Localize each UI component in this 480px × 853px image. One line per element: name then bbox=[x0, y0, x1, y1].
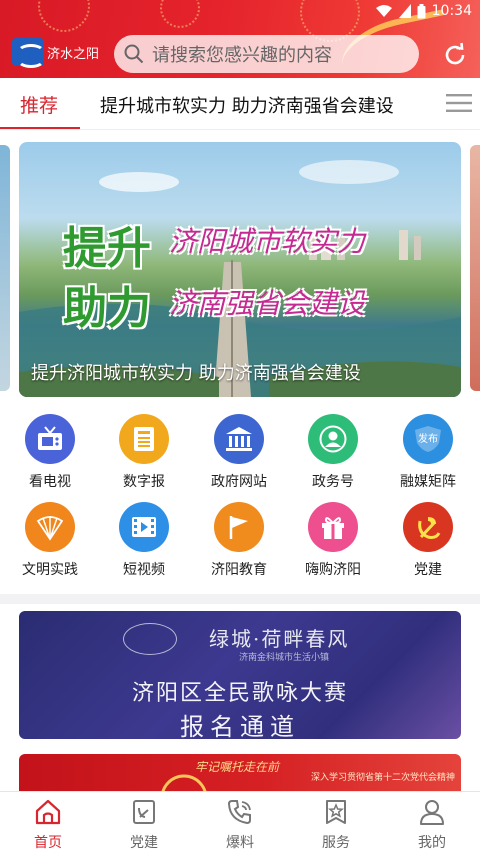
shortcut-civilization-practice[interactable]: 文明实践 bbox=[5, 502, 95, 579]
banner-carousel: 提升 助力 济阳城市软实力 济南强省会建设 提升济阳城市软实力 助力济南强省会建… bbox=[0, 130, 480, 398]
flag-icon bbox=[214, 502, 264, 552]
shortcut-education[interactable]: 济阳教育 bbox=[194, 502, 284, 579]
shortcut-party-building[interactable]: 党建 bbox=[383, 502, 473, 579]
menu-icon[interactable] bbox=[446, 93, 472, 113]
nav-label: 爆料 bbox=[226, 835, 254, 851]
promo-list: 绿城·荷畔春风 济南金科城市生活小镇 济阳区全民歌咏大赛 报名通道 牢记嘱托走在… bbox=[0, 604, 480, 794]
search-input[interactable]: 请搜索您感兴趣的内容 bbox=[114, 35, 419, 73]
search-placeholder: 请搜索您感兴趣的内容 bbox=[152, 45, 332, 66]
shortcut-label: 看电视 bbox=[29, 474, 71, 490]
shortcut-label: 政府网站 bbox=[211, 474, 267, 490]
singing-contest-banner[interactable]: 绿城·荷畔春风 济南金科城市生活小镇 济阳区全民歌咏大赛 报名通道 bbox=[19, 611, 461, 739]
nav-tipoff[interactable]: 爆料 bbox=[192, 798, 288, 852]
banner-slide[interactable]: 提升 助力 济阳城市软实力 济南强省会建设 提升济阳城市软实力 助力济南强省会建… bbox=[19, 142, 461, 397]
channel-tabs: 推荐 提升城市软实力 助力济南强省会建设 bbox=[0, 78, 480, 130]
nav-label: 党建 bbox=[130, 835, 158, 851]
party-book-icon bbox=[133, 800, 155, 824]
party-congress-banner[interactable]: 牢记嘱托走在前 深入学习贯彻省第十二次党代会精神 bbox=[19, 754, 461, 794]
logo-text: 济水之阳 bbox=[47, 46, 100, 62]
previous-slide-peek[interactable] bbox=[0, 145, 10, 391]
nav-profile[interactable]: 我的 bbox=[384, 798, 480, 852]
home-icon bbox=[35, 799, 61, 825]
newspaper-icon bbox=[119, 414, 169, 464]
ad2-text: 深入学习贯彻省第十二次党代会精神 bbox=[311, 773, 456, 783]
status-bar: 10:34 bbox=[375, 3, 472, 19]
banner-art-word2: 助力 bbox=[63, 283, 151, 334]
shortcut-government-site[interactable]: 政府网站 bbox=[194, 414, 284, 491]
bookmark-star-icon bbox=[326, 800, 346, 824]
ad1-subtitle: 济南金科城市生活小镇 bbox=[239, 653, 330, 663]
shortcut-short-video[interactable]: 短视频 bbox=[99, 502, 189, 579]
banner-art-line1: 济阳城市软实力 bbox=[169, 225, 366, 258]
firework-decoration bbox=[38, 0, 90, 32]
status-time: 10:34 bbox=[431, 3, 472, 19]
shortcut-grid: 看电视 数字报 政府网站 政务号 发布 融媒矩阵 文明实践 短视频 济阳教育 嗨… bbox=[0, 398, 480, 594]
ad1-brand: 绿城·荷畔春风 bbox=[209, 627, 350, 651]
shortcut-label: 党建 bbox=[414, 562, 442, 578]
ad2-slogan: 牢记嘱托走在前 bbox=[195, 760, 280, 774]
gift-icon bbox=[308, 502, 358, 552]
government-building-icon bbox=[214, 414, 264, 464]
shortcut-label: 数字报 bbox=[123, 474, 165, 490]
firework-decoration bbox=[160, 0, 200, 28]
shortcut-label: 短视频 bbox=[123, 562, 165, 578]
nav-label: 首页 bbox=[34, 835, 62, 851]
shortcut-label: 融媒矩阵 bbox=[400, 474, 456, 490]
release-shield-icon: 发布 bbox=[403, 414, 453, 464]
shortcut-media-matrix[interactable]: 发布 融媒矩阵 bbox=[383, 414, 473, 491]
profile-icon bbox=[420, 800, 444, 825]
refresh-icon[interactable] bbox=[442, 42, 468, 68]
fan-icon bbox=[25, 502, 75, 552]
top-header: 10:34 济水之阳 请搜索您感兴趣的内容 bbox=[0, 0, 480, 78]
tab-active-underline bbox=[0, 127, 80, 129]
app-logo[interactable]: 济水之阳 bbox=[12, 38, 100, 68]
shortcut-watch-tv[interactable]: 看电视 bbox=[5, 414, 95, 491]
lotus-logo-icon bbox=[123, 623, 177, 655]
battery-icon bbox=[417, 3, 426, 18]
phone-icon bbox=[227, 800, 251, 825]
shortcut-label: 政务号 bbox=[312, 474, 354, 490]
shortcut-label: 文明实践 bbox=[22, 562, 78, 578]
nav-home[interactable]: 首页 bbox=[0, 798, 96, 852]
video-icon bbox=[119, 502, 169, 552]
tv-icon bbox=[25, 414, 75, 464]
party-emblem-icon bbox=[403, 502, 453, 552]
user-account-icon bbox=[308, 414, 358, 464]
search-icon bbox=[124, 44, 144, 64]
nav-label: 我的 bbox=[418, 835, 446, 851]
ad1-subtitle-main: 报名通道 bbox=[180, 713, 300, 739]
banner-art-word1: 提升 bbox=[63, 223, 151, 274]
next-slide-peek[interactable] bbox=[470, 145, 480, 391]
shortcut-label: 嗨购济阳 bbox=[305, 562, 361, 578]
nav-party[interactable]: 党建 bbox=[96, 798, 192, 852]
nav-service[interactable]: 服务 bbox=[288, 798, 384, 852]
wifi-icon bbox=[375, 5, 392, 17]
logo-mark-icon bbox=[12, 38, 45, 68]
shortcut-gov-account[interactable]: 政务号 bbox=[288, 414, 378, 491]
ad1-title: 济阳区全民歌咏大赛 bbox=[131, 681, 348, 706]
nav-label: 服务 bbox=[322, 835, 350, 851]
signal-icon bbox=[398, 4, 411, 18]
shortcut-digital-paper[interactable]: 数字报 bbox=[99, 414, 189, 491]
bottom-nav: 首页 党建 爆料 服务 我的 bbox=[0, 791, 480, 853]
tab-recommend[interactable]: 推荐 bbox=[20, 91, 58, 118]
app-screen: 10:34 济水之阳 请搜索您感兴趣的内容 推荐 提升城市软实力 助力济南强省会… bbox=[0, 0, 480, 853]
banner-caption: 提升济阳城市软实力 助力济南强省会建设 bbox=[31, 363, 361, 384]
shortcut-shopping[interactable]: 嗨购济阳 bbox=[288, 502, 378, 579]
svg-text:发布: 发布 bbox=[418, 432, 438, 445]
headline-ticker[interactable]: 提升城市软实力 助力济南强省会建设 bbox=[100, 92, 445, 118]
banner-art-line2: 济南强省会建设 bbox=[169, 287, 366, 320]
shortcut-label: 济阳教育 bbox=[211, 562, 267, 578]
